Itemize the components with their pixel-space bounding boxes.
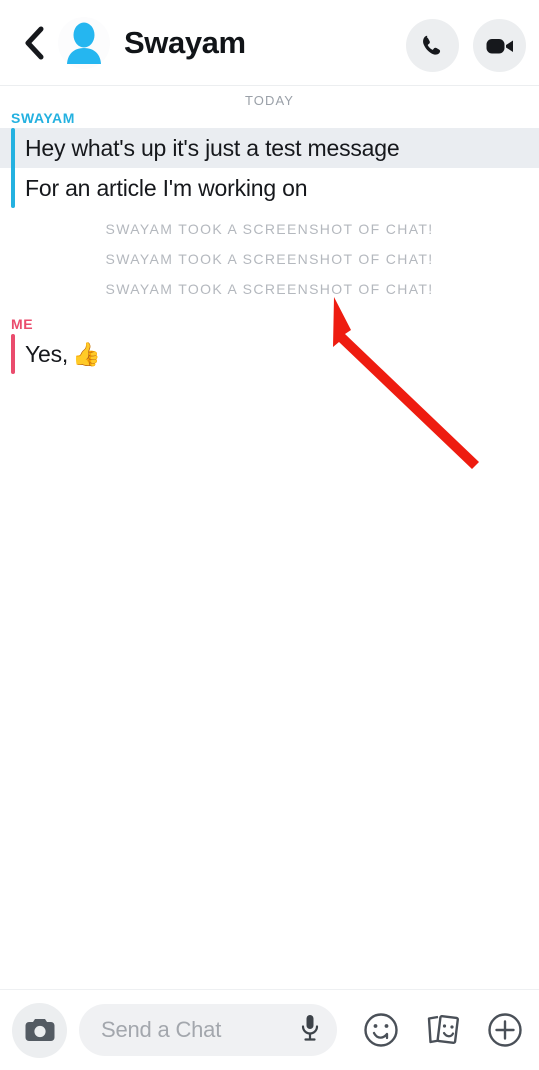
plus-circle-icon [488, 1013, 522, 1047]
me-messages: Yes, 👍 [0, 334, 539, 374]
accent-bar-me [11, 334, 15, 374]
chat-input-placeholder: Send a Chat [101, 1017, 222, 1042]
thumbs-up-emoji: 👍 [72, 341, 101, 367]
back-button[interactable] [12, 19, 56, 67]
header-actions [406, 19, 526, 72]
message-group-me: ME Yes, 👍 [0, 316, 539, 374]
conversation-list: SWAYAM Hey what's up it's just a test me… [0, 110, 539, 374]
camera-button[interactable] [12, 1002, 67, 1058]
snapchat-chat-screen: Swayam TODAY SWAYAM Hey what's up it's j… [0, 0, 539, 1070]
screenshot-notice: SWAYAM TOOK A SCREENSHOT OF CHAT! [105, 221, 434, 237]
smiley-face-icon [364, 1013, 398, 1047]
message-text: Yes, [25, 341, 69, 367]
avatar[interactable] [58, 16, 110, 69]
sticker-cards-icon [427, 1014, 459, 1045]
message-bubble[interactable]: Yes, 👍 [0, 334, 539, 374]
message-bubble[interactable]: For an article I'm working on [0, 168, 539, 208]
emoji-button[interactable] [363, 1012, 399, 1048]
microphone-button[interactable] [301, 1014, 319, 1046]
chat-composer-bar: Send a Chat [0, 989, 539, 1070]
camera-icon [25, 1019, 54, 1041]
message-group-swayam: SWAYAM Hey what's up it's just a test me… [0, 110, 539, 208]
person-avatar-icon [67, 22, 101, 64]
phone-call-icon [422, 35, 440, 55]
day-divider: TODAY [0, 86, 539, 110]
accent-bar-swayam [11, 128, 15, 208]
video-call-button[interactable] [473, 19, 526, 72]
chat-input[interactable]: Send a Chat [79, 1004, 337, 1056]
message-bubble[interactable]: Hey what's up it's just a test message [0, 128, 539, 168]
screenshot-notices: SWAYAM TOOK A SCREENSHOT OF CHAT! SWAYAM… [0, 214, 539, 304]
sender-name-me: ME [11, 316, 34, 332]
video-camera-icon [486, 38, 513, 53]
sender-name-swayam: SWAYAM [11, 110, 76, 126]
microphone-icon [301, 1015, 319, 1041]
sticker-button[interactable] [425, 1012, 461, 1048]
add-attachment-button[interactable] [487, 1012, 523, 1048]
chat-header: Swayam [0, 0, 539, 86]
voice-call-button[interactable] [406, 19, 459, 72]
swayam-messages: Hey what's up it's just a test message F… [0, 128, 539, 208]
chevron-left-icon [25, 26, 44, 59]
composer-icons [363, 1012, 523, 1048]
screenshot-notice: SWAYAM TOOK A SCREENSHOT OF CHAT! [105, 251, 434, 267]
day-label: TODAY [244, 93, 295, 108]
screenshot-notice: SWAYAM TOOK A SCREENSHOT OF CHAT! [105, 281, 434, 297]
page-title: Swayam [124, 24, 246, 60]
